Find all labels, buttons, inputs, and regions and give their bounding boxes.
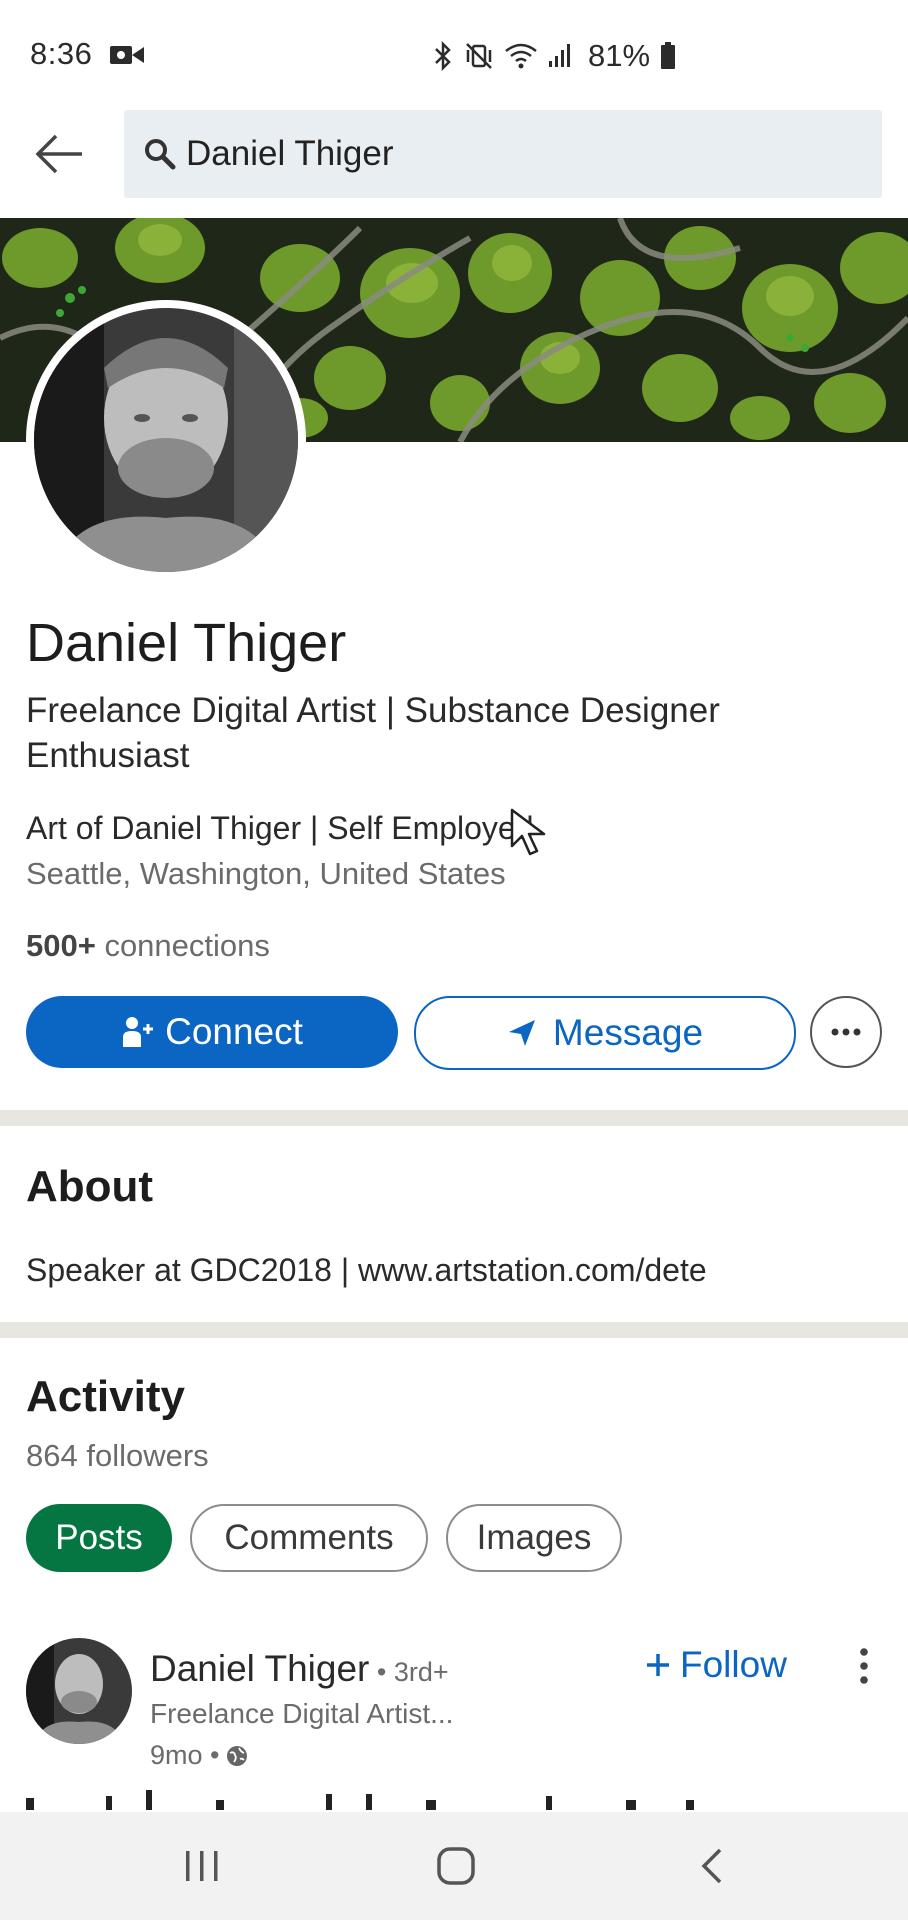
post-time-text: 9mo •: [150, 1740, 220, 1770]
follow-label: Follow: [680, 1644, 787, 1685]
home-button[interactable]: [396, 1812, 516, 1920]
video-recording-icon: [110, 46, 144, 64]
follow-button[interactable]: Follow: [644, 1644, 787, 1686]
globe-icon: [227, 1745, 248, 1766]
vibrate-icon: [466, 43, 492, 69]
post-author-subtitle: Freelance Digital Artist...: [150, 1698, 454, 1729]
bluetooth-icon: [435, 41, 451, 71]
post-author-degree: • 3rd+: [369, 1657, 449, 1687]
post-timestamp: 9mo •: [150, 1740, 249, 1771]
back-arrow-icon[interactable]: [34, 130, 86, 178]
post-text-cutoff: [26, 1790, 694, 1810]
status-icons: 81%: [432, 38, 676, 74]
recent-apps-icon: [186, 1851, 218, 1881]
more-options-button[interactable]: [810, 996, 882, 1068]
tab-comments[interactable]: Comments: [190, 1504, 428, 1572]
mouse-cursor-icon: [510, 808, 546, 856]
avatar-photo: [34, 308, 298, 572]
profile-headline: Freelance Digital Artist | Substance Des…: [26, 691, 720, 775]
search-input[interactable]: Daniel Thiger: [124, 110, 882, 198]
recent-apps-button[interactable]: [142, 1812, 262, 1920]
add-person-icon: [123, 1017, 154, 1047]
profile-name: Daniel Thiger: [26, 613, 347, 673]
send-icon: [508, 1020, 535, 1046]
message-label: Message: [552, 1012, 704, 1053]
section-divider: [0, 1322, 908, 1338]
status-time: 8:36: [30, 36, 93, 71]
signal-icon: [549, 44, 570, 67]
connect-label: Connect: [165, 1011, 303, 1052]
profile-location: Seattle, Washington, United States: [26, 856, 506, 891]
post-author-label: Daniel Thiger: [150, 1648, 370, 1689]
profile-connections[interactable]: 500+ connections: [26, 928, 270, 964]
connections-label: connections: [95, 928, 270, 963]
section-divider: [0, 1110, 908, 1126]
post-avatar-photo: [26, 1638, 132, 1744]
back-button[interactable]: [652, 1812, 772, 1920]
tab-posts[interactable]: Posts: [26, 1504, 172, 1572]
battery-percent: 81%: [588, 38, 651, 73]
followers-count: 864 followers: [26, 1438, 209, 1473]
system-navigation-bar: [0, 1812, 908, 1920]
profile-company[interactable]: Art of Daniel Thiger | Self Employed: [26, 810, 534, 847]
about-text: Speaker at GDC2018 | www.artstation.com/…: [26, 1252, 707, 1288]
post-author-avatar[interactable]: [26, 1638, 132, 1744]
more-horizontal-icon: [831, 1028, 861, 1036]
tab-images[interactable]: Images: [446, 1504, 622, 1572]
search-query: Daniel Thiger: [186, 134, 394, 173]
search-icon: [145, 139, 176, 170]
post-author-name[interactable]: Daniel Thiger • 3rd+: [150, 1648, 449, 1690]
battery-icon: [661, 42, 676, 69]
wifi-icon: [505, 43, 537, 69]
post-menu-icon[interactable]: [852, 1646, 876, 1686]
home-icon: [437, 1847, 475, 1885]
connect-button[interactable]: Connect: [26, 996, 398, 1068]
about-title: About: [26, 1162, 154, 1211]
profile-avatar[interactable]: [26, 300, 306, 580]
plus-icon: [647, 1654, 669, 1676]
connections-count: 500+: [26, 928, 96, 963]
message-button[interactable]: Message: [414, 996, 796, 1070]
activity-title: Activity: [26, 1372, 185, 1421]
back-chevron-icon: [701, 1848, 722, 1884]
status-bar: 8:36 81%: [0, 0, 908, 100]
